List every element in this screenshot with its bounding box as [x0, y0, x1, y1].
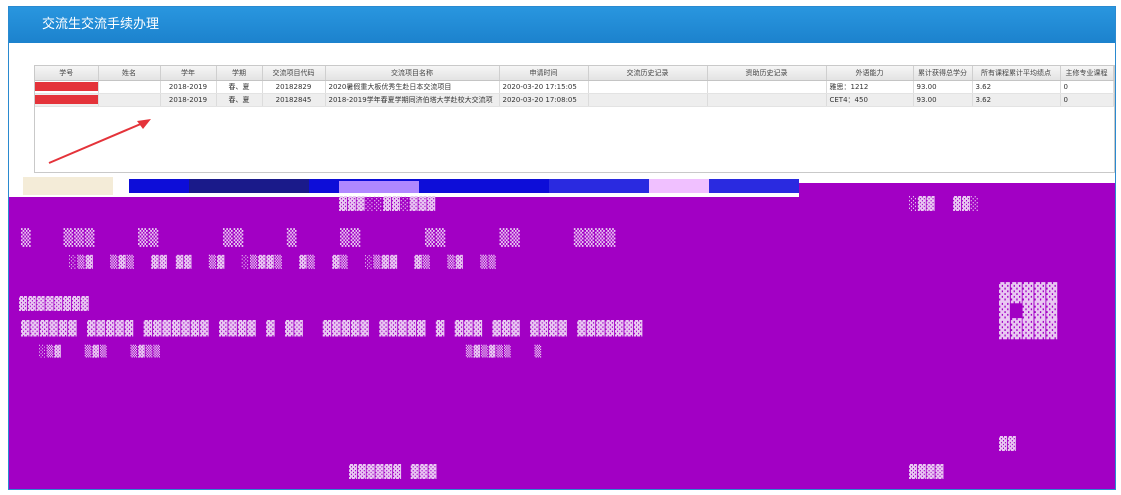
column-header-apply-time[interactable]: 申请时间: [499, 66, 589, 81]
dialog-window: 交流生交流手续办理 学号 姓名 学年 学期 交流项目代码 交流项目名称 申请时间…: [8, 6, 1116, 490]
cell-language: CET4：450: [826, 93, 914, 107]
cell-major-courses: 0: [1060, 80, 1114, 94]
glitch-glyphs: ▓▓▓▓: [909, 465, 945, 480]
cell-apply-time: 2020-03-20 17:15:05: [499, 80, 589, 94]
glitch-glyphs: ░▓▓ ▓▓░: [909, 197, 980, 212]
glitch-glyphs: ▓▓▓▓▓▓▓▓: [19, 297, 90, 312]
column-header-credits[interactable]: 累计获得总学分: [913, 66, 973, 81]
column-header-funding-history[interactable]: 资助历史记录: [707, 66, 827, 81]
cell-gpa: 3.62: [972, 93, 1061, 107]
glitch-glyphs: ▓▓▓▓▓▓ ▓▓▓: [349, 465, 438, 480]
column-header-year[interactable]: 学年: [160, 66, 217, 81]
glitch-glyphs: ▓▓: [999, 437, 1017, 452]
column-header-student-id[interactable]: 学号: [35, 66, 99, 81]
column-header-exchange-history[interactable]: 交流历史记录: [588, 66, 708, 81]
column-header-gpa[interactable]: 所有课程累计平均绩点: [972, 66, 1061, 81]
cell-major-courses: 0: [1060, 93, 1114, 107]
cell-term: 春、夏: [216, 93, 263, 107]
glitch-glyphs: ▓▓▓▓▓ ▓ ▓▓▓ ▓▓▓▓▓: [999, 283, 1059, 340]
cell-project-code: 20182829: [262, 80, 326, 94]
cell-year: 2018-2019: [160, 80, 217, 94]
cell-funding-history: [707, 80, 827, 94]
cell-credits: 93.00: [913, 93, 973, 107]
cell-project-name: 2020暑假重大板优秀生赴日本交流项目: [325, 80, 500, 94]
column-header-project-code[interactable]: 交流项目代码: [262, 66, 326, 81]
glitch-glyphs: ░▒▓ ▒▓▒ ▓▓ ▓▓ ▒▓ ░▒▓▓▒ ▓▒ ▓▒ ░▒▓▓ ▓▒ ▒▓ …: [69, 255, 497, 269]
redaction-mark: [35, 82, 97, 91]
column-header-term[interactable]: 学期: [216, 66, 263, 81]
cell-student-id: [35, 93, 99, 107]
cell-project-code: 20182845: [262, 93, 326, 107]
cell-credits: 93.00: [913, 80, 973, 94]
cell-funding-history: [707, 93, 827, 107]
glitch-glyphs: ▓▓▓▓▓▓ ▓▓▓▓▓ ▓▓▓▓▓▓▓ ▓▓▓▓ ▓ ▓▓ ▓▓▓▓▓ ▓▓▓…: [21, 321, 644, 337]
table-row[interactable]: 2018-2019 春、夏 20182829 2020暑假重大板优秀生赴日本交流…: [35, 80, 1114, 94]
corrupted-pixel-strip: [9, 175, 1115, 197]
corrupted-render-region: ▓▓▓░░▓▓░▓▓▓ ░▓▓ ▓▓░ ▒ ▒▒▒ ▒▒ ▒▒ ▒ ▒▒ ▒▒ …: [9, 175, 1115, 489]
exchange-records-table: 学号 姓名 学年 学期 交流项目代码 交流项目名称 申请时间 交流历史记录 资助…: [34, 65, 1115, 173]
redaction-mark: [35, 95, 97, 104]
glitch-glyphs: ▒ ▒▒▒ ▒▒ ▒▒ ▒ ▒▒ ▒▒ ▒▒ ▒▒▒▒: [21, 228, 617, 247]
window-title: 交流生交流手续办理: [9, 7, 1115, 43]
column-header-project-name[interactable]: 交流项目名称: [325, 66, 500, 81]
cell-project-name: 2018-2019学年春夏学期同济伯塔大学赴校大交流项: [325, 93, 500, 107]
glitch-glyphs: ░▒▓ ▒▓▒ ▒▓▒▒ ▒▓▒▓▒▒ ▒: [39, 345, 543, 358]
cell-term: 春、夏: [216, 80, 263, 94]
cell-gpa: 3.62: [972, 80, 1061, 94]
annotation-arrow-icon: [48, 119, 151, 164]
cell-student-id: [35, 80, 99, 94]
cell-name: [98, 93, 161, 107]
cell-apply-time: 2020-03-20 17:08:05: [499, 93, 589, 107]
cell-exchange-history: [588, 93, 708, 107]
cell-exchange-history: [588, 80, 708, 94]
cell-year: 2018-2019: [160, 93, 217, 107]
cell-name: [98, 80, 161, 94]
column-header-language[interactable]: 外语能力: [826, 66, 914, 81]
glitch-glyphs: ▓▓▓░░▓▓░▓▓▓: [339, 197, 437, 212]
table-header-row: 学号 姓名 学年 学期 交流项目代码 交流项目名称 申请时间 交流历史记录 资助…: [35, 66, 1114, 81]
table-row[interactable]: 2018-2019 春、夏 20182845 2018-2019学年春夏学期同济…: [35, 93, 1114, 107]
column-header-name[interactable]: 姓名: [98, 66, 161, 81]
cell-language: 雅思：1212: [826, 80, 914, 94]
column-header-major-courses[interactable]: 主修专业课程: [1060, 66, 1114, 81]
